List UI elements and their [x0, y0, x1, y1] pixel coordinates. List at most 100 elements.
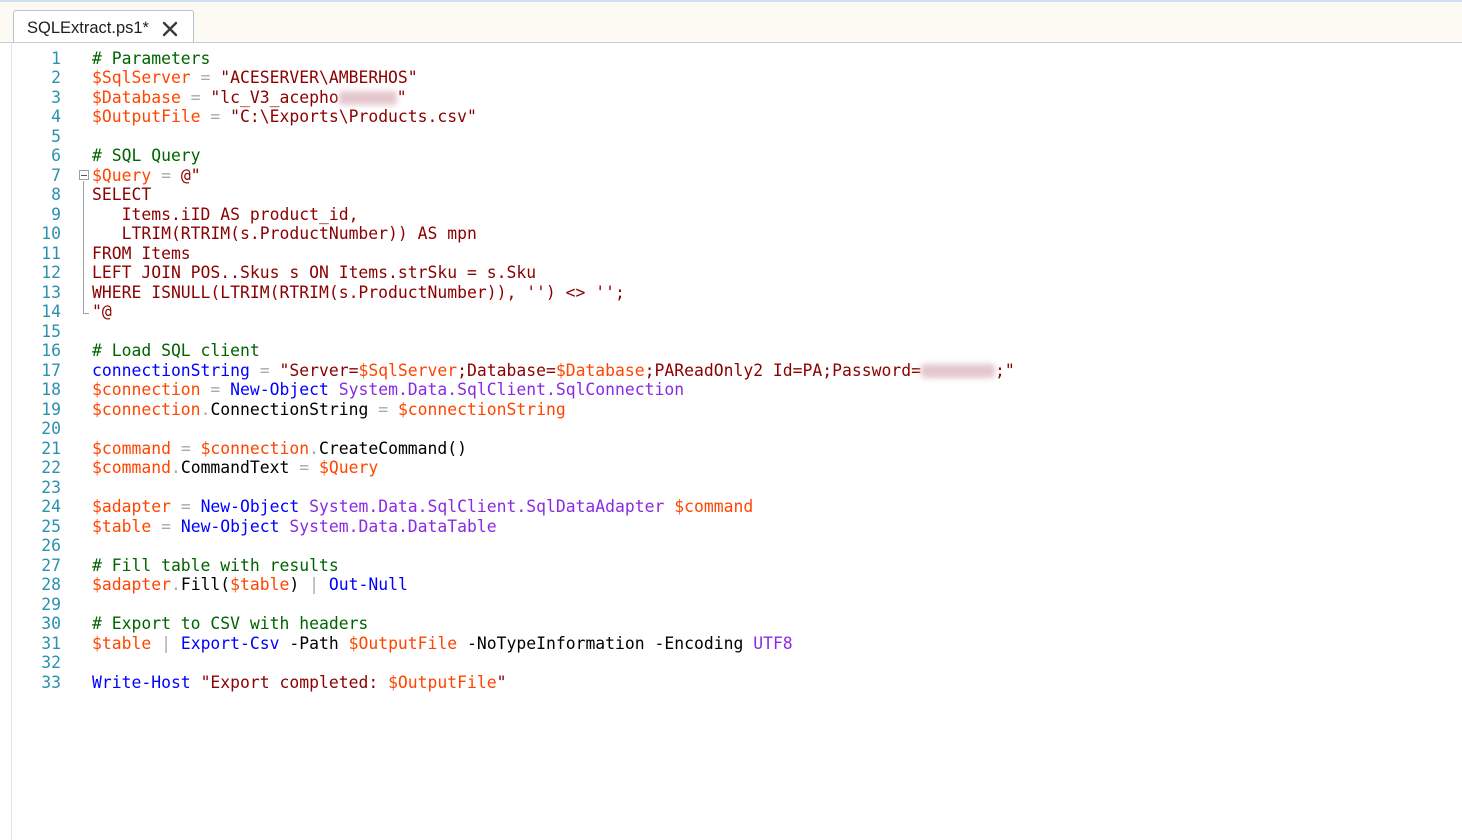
code-token: $table [92, 516, 152, 536]
code-line[interactable]: 16 # Load SQL client [0, 341, 1462, 361]
code-text: Items.iID AS product_id, [92, 204, 359, 225]
code-line[interactable]: 4 $OutputFile = "C:\Exports\Products.csv" [0, 107, 1462, 127]
code-line[interactable]: 20 [0, 419, 1462, 439]
code-line[interactable]: 32 [0, 653, 1462, 673]
code-text: # SQL Query [92, 146, 201, 166]
code-token: $table [92, 633, 152, 653]
code-token: # SQL Query [92, 146, 201, 165]
code-token: $OutputFile [92, 107, 201, 126]
code-line[interactable]: 21 $command = $connection.CreateCommand() [0, 439, 1462, 459]
code-line[interactable]: 2 $SqlServer = "ACESERVER\AMBERHOS" [0, 68, 1462, 88]
close-icon[interactable] [161, 20, 179, 38]
code-token: Items.iID AS product_id, [92, 204, 359, 224]
code-line[interactable]: 18 $connection = New-Object System.Data.S… [0, 380, 1462, 400]
line-number: 28 [41, 575, 61, 594]
code-line[interactable]: 33 Write-Host "Export completed: $OutputF… [0, 673, 1462, 693]
code-line[interactable]: 31 $table | Export-Csv -Path $OutputFile … [0, 634, 1462, 654]
line-number: 29 [41, 594, 61, 614]
code-line[interactable]: 30 # Export to CSV with headers [0, 614, 1462, 634]
code-token: # Parameters [92, 48, 211, 68]
line-number: 11 [41, 243, 61, 263]
code-line[interactable]: 8 SELECT [0, 185, 1462, 205]
line-number: 16 [41, 341, 61, 360]
code-editor[interactable]: 1 # Parameters 2 $SqlServer = "ACESERVER\AM… [0, 43, 1462, 840]
code-token: UTF8 [753, 633, 793, 653]
code-text: $adapter = New-Object System.Data.SqlCli… [92, 497, 753, 517]
code-line[interactable]: 6 # SQL Query [0, 146, 1462, 166]
code-line[interactable]: 17 connectionString = "Server=$SqlServer;… [0, 361, 1462, 381]
line-number: 2 [51, 68, 61, 87]
code-line[interactable]: 13 WHERE ISNULL(LTRIM(RTRIM(s.ProductNumb… [0, 283, 1462, 303]
code-line[interactable]: 9 Items.iID AS product_id, [0, 205, 1462, 225]
code-token: Export-Csv [180, 633, 280, 653]
line-number: 7 [51, 165, 61, 185]
code-line[interactable]: 3 $Database = "lc_V3_acepho " [0, 88, 1462, 108]
code-token: "ACESERVER\AMBERHOS" [220, 68, 418, 87]
line-number: 8 [51, 185, 61, 204]
code-text: $OutputFile = "C:\Exports\Products.csv" [92, 107, 477, 127]
code-token: $OutputFile [388, 672, 497, 692]
code-line[interactable]: 14 "@ [0, 302, 1462, 322]
code-token: @" [180, 165, 201, 185]
line-number: 32 [41, 653, 61, 672]
code-token: connectionString [92, 360, 250, 380]
code-text: WHERE ISNULL(LTRIM(RTRIM(s.ProductNumber… [92, 283, 625, 303]
code-text: # Fill table with results [92, 556, 339, 576]
code-token: New-Object [230, 380, 329, 399]
line-number: 21 [41, 438, 61, 458]
line-number: 1 [51, 48, 61, 68]
code-line[interactable]: 22 $command.CommandText = $Query [0, 458, 1462, 478]
code-token: Out-Null [328, 575, 408, 594]
code-line[interactable]: 11 FROM Items [0, 244, 1462, 264]
code-text: $SqlServer = "ACESERVER\AMBERHOS" [92, 68, 418, 88]
code-token: # Fill table with results [92, 555, 339, 575]
code-text: $Database = "lc_V3_acepho " [92, 88, 407, 108]
code-line[interactable]: 27 # Fill table with results [0, 556, 1462, 576]
code-line[interactable]: 29 [0, 595, 1462, 615]
code-text: Write-Host "Export completed: $OutputFil… [92, 673, 507, 693]
line-number: 5 [51, 126, 61, 146]
code-line[interactable]: 7 $Query = @" [0, 166, 1462, 186]
code-token: New-Object [200, 497, 300, 516]
code-line[interactable]: 5 [0, 127, 1462, 147]
line-number: 27 [41, 555, 61, 575]
tab-bar: SQLExtract.ps1* [0, 0, 1462, 45]
line-number: 26 [41, 536, 61, 555]
code-line[interactable]: 12 LEFT JOIN POS..Skus s ON Items.strSku … [0, 263, 1462, 283]
code-token: "@ [92, 302, 112, 321]
code-line[interactable]: 26 [0, 536, 1462, 556]
code-token: # Export to CSV with headers [92, 614, 369, 633]
line-number: 33 [41, 672, 61, 692]
code-line[interactable]: 10 LTRIM(RTRIM(s.ProductNumber)) AS mpn [0, 224, 1462, 244]
code-text: LTRIM(RTRIM(s.ProductNumber)) AS mpn [92, 224, 477, 244]
code-token: SELECT [92, 185, 152, 204]
line-number: 19 [41, 399, 61, 419]
line-number: 25 [41, 516, 61, 536]
code-token: -Path [279, 633, 349, 653]
code-line[interactable]: 28 $adapter.Fill($table) | Out-Null [0, 575, 1462, 595]
code-token: = [190, 68, 221, 87]
code-token: = [170, 438, 201, 458]
code-token: LTRIM(RTRIM(s.ProductNumber)) AS mpn [92, 224, 477, 243]
code-line[interactable]: 24 $adapter = New-Object System.Data.SqlC… [0, 497, 1462, 517]
code-line[interactable]: 23 [0, 478, 1462, 498]
code-token: $connection [92, 399, 201, 419]
code-text: $command.CommandText = $Query [92, 458, 378, 478]
code-token: $Query [92, 165, 152, 185]
code-token: CreateCommand() [319, 438, 468, 458]
code-line[interactable]: 19 $connection.ConnectionString = $connec… [0, 400, 1462, 420]
code-token: $SqlServer [92, 68, 191, 87]
tab-sqlextract[interactable]: SQLExtract.ps1* [13, 10, 194, 45]
code-line[interactable]: 15 [0, 322, 1462, 342]
code-token: $command [92, 438, 171, 458]
code-token: # Load SQL client [92, 341, 260, 360]
code-text: # Parameters [92, 49, 210, 69]
code-line[interactable]: 1 # Parameters [0, 49, 1462, 69]
code-line[interactable]: 25 $table = New-Object System.Data.DataTa… [0, 517, 1462, 537]
code-token: $Database [555, 360, 645, 380]
code-token: System.Data.SqlClient.SqlDataAdapter [309, 497, 665, 516]
collapse-region-icon[interactable] [79, 170, 89, 180]
